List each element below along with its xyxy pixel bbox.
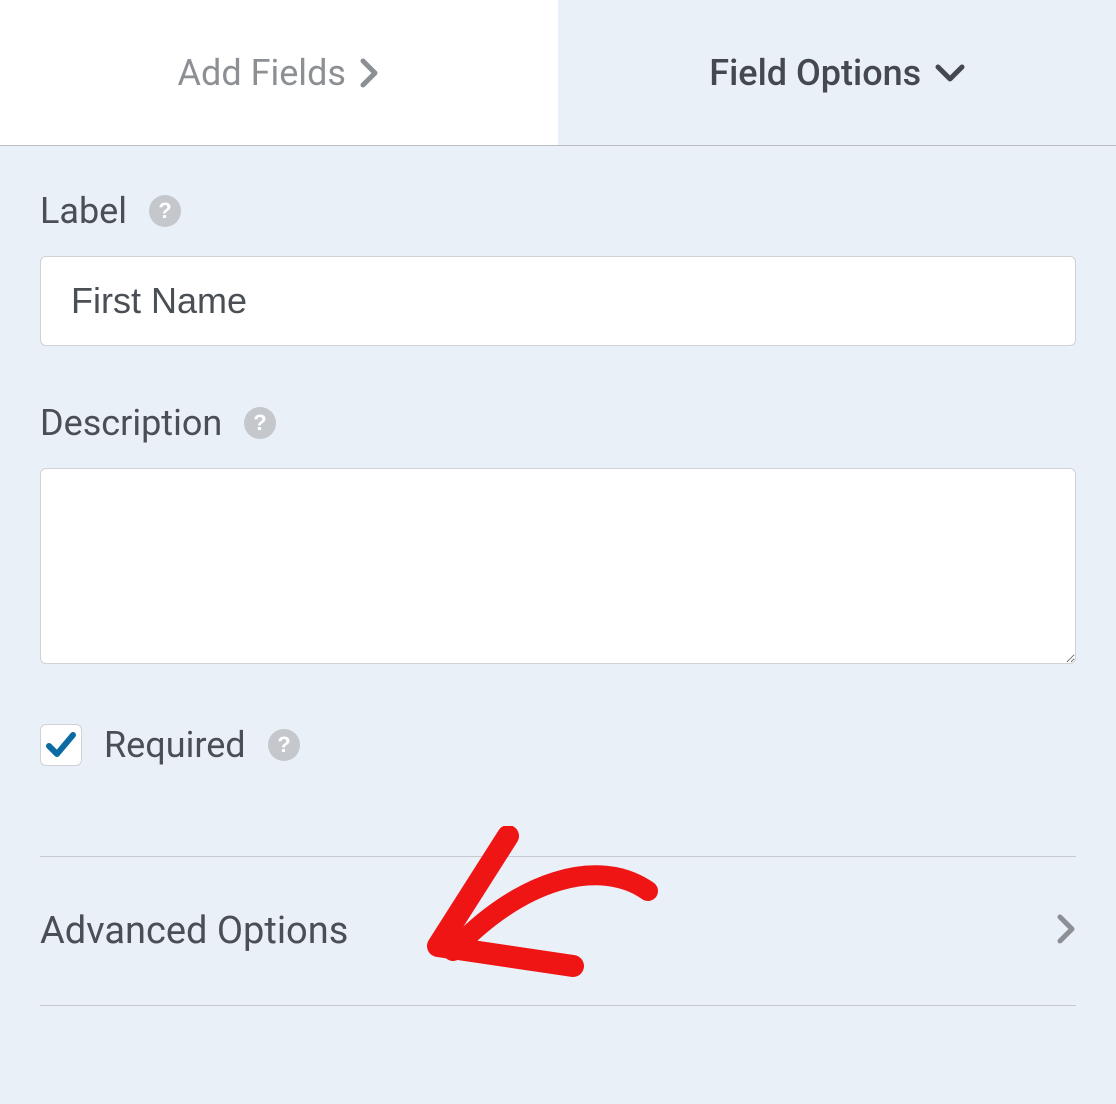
required-label: Required — [104, 724, 246, 766]
required-checkbox[interactable] — [40, 724, 82, 766]
svg-text:?: ? — [158, 198, 171, 223]
help-icon[interactable]: ? — [268, 729, 300, 761]
chevron-right-icon — [360, 58, 380, 88]
advanced-options-toggle[interactable]: Advanced Options — [40, 857, 1076, 1006]
tab-add-fields[interactable]: Add Fields — [0, 0, 559, 145]
help-icon[interactable]: ? — [244, 407, 276, 439]
tabs-bar: Add Fields Field Options — [0, 0, 1116, 146]
label-input[interactable] — [40, 256, 1076, 346]
chevron-down-icon — [935, 63, 965, 83]
tab-add-fields-label: Add Fields — [178, 52, 346, 94]
field-options-panel: Label ? Description ? Required ? Advance… — [0, 146, 1116, 1006]
description-row: Description ? — [40, 402, 1076, 444]
required-row: Required ? — [40, 724, 1076, 766]
label-heading: Label — [40, 190, 127, 232]
svg-text:?: ? — [254, 410, 267, 435]
label-row: Label ? — [40, 190, 1076, 232]
label-group: Label ? — [40, 190, 1076, 346]
description-heading: Description — [40, 402, 222, 444]
svg-text:?: ? — [277, 732, 290, 757]
tab-field-options[interactable]: Field Options — [559, 0, 1116, 145]
advanced-options-label: Advanced Options — [40, 909, 348, 953]
help-icon[interactable]: ? — [149, 195, 181, 227]
description-group: Description ? — [40, 402, 1076, 668]
tab-field-options-label: Field Options — [709, 52, 921, 94]
chevron-right-icon — [1056, 913, 1076, 949]
description-input[interactable] — [40, 468, 1076, 664]
